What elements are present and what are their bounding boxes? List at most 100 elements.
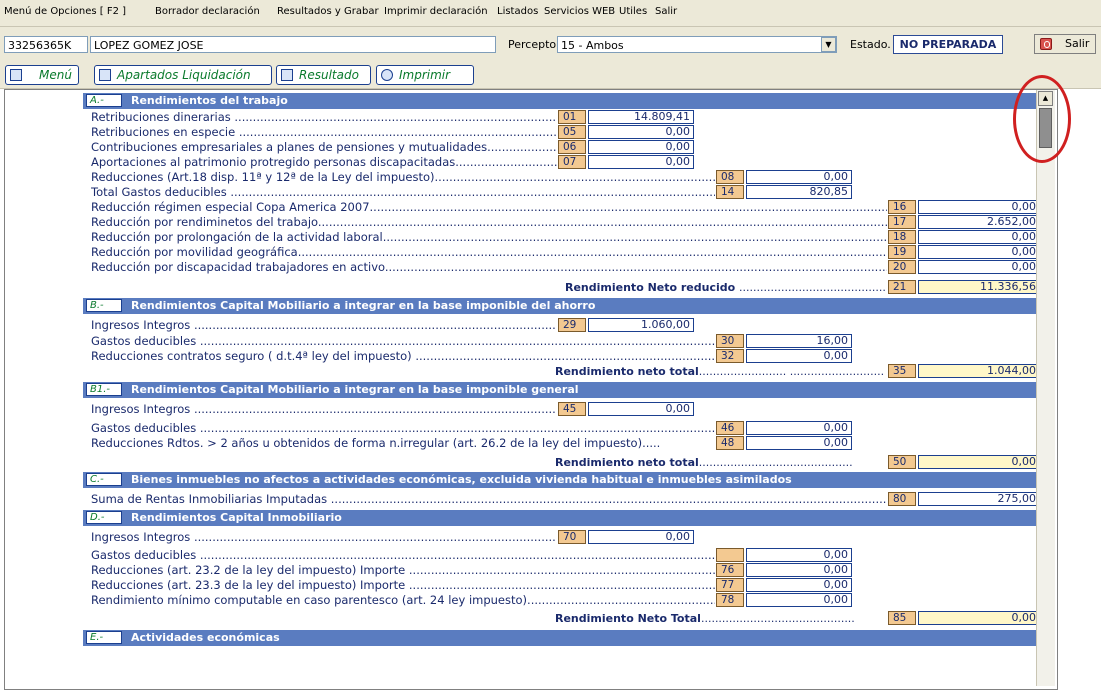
menu-utiles[interactable]: Utiles bbox=[619, 6, 647, 17]
section-b-tag[interactable]: B.- bbox=[86, 299, 122, 312]
code-box: 19 bbox=[888, 245, 916, 259]
menu-resultados[interactable]: Resultados y Grabar bbox=[277, 6, 379, 17]
code-box: 45 bbox=[558, 402, 586, 416]
toolbar: Menú Apartados Liquidación Resultado Imp… bbox=[0, 62, 1101, 89]
section-d-header: D.- Rendimientos Capital Inmobiliario bbox=[83, 510, 1045, 526]
code-box: 17 bbox=[888, 215, 916, 229]
section-b-title: Rendimientos Capital Mobiliario a integr… bbox=[131, 299, 596, 312]
row-label: Retribuciones en especie ...............… bbox=[91, 125, 557, 139]
value-field[interactable]: 820,85 bbox=[746, 185, 852, 199]
code-box: 32 bbox=[716, 349, 744, 363]
row-label: Retribuciones dinerarias ...............… bbox=[91, 110, 557, 124]
code-box: 30 bbox=[716, 334, 744, 348]
value-field[interactable]: 16,00 bbox=[746, 334, 852, 348]
code-box: 01 bbox=[558, 110, 586, 124]
section-d-tag[interactable]: D.- bbox=[86, 511, 122, 524]
code-box: 14 bbox=[716, 185, 744, 199]
apartados-button[interactable]: Apartados Liquidación bbox=[94, 65, 272, 85]
code-box: 06 bbox=[558, 140, 586, 154]
value-field[interactable]: 0,00 bbox=[918, 200, 1040, 214]
value-field[interactable]: 14.809,41 bbox=[588, 110, 694, 124]
code-box: 35 bbox=[888, 364, 916, 378]
value-field[interactable]: 0,00 bbox=[746, 349, 852, 363]
row-label: Ingresos Integros ......................… bbox=[91, 318, 557, 332]
chevron-down-icon[interactable]: ▼ bbox=[821, 37, 836, 52]
code-box: 80 bbox=[888, 492, 916, 506]
menu-bar: Menú de Opciones [ F2 ] Borrador declara… bbox=[0, 0, 1101, 27]
code-box: 21 bbox=[888, 280, 916, 294]
total-value: 0,00 bbox=[918, 455, 1040, 469]
code-box: 05 bbox=[558, 125, 586, 139]
section-e-tag[interactable]: E.- bbox=[86, 631, 122, 644]
power-icon bbox=[1040, 38, 1052, 50]
code-box: 18 bbox=[888, 230, 916, 244]
printer-icon bbox=[381, 69, 393, 81]
salir-button[interactable]: Salir bbox=[1034, 34, 1096, 54]
code-box: 29 bbox=[558, 318, 586, 332]
code-box: 77 bbox=[716, 578, 744, 592]
value-field[interactable]: 0,00 bbox=[746, 563, 852, 577]
total-value: 0,00 bbox=[918, 611, 1040, 625]
menu-button[interactable]: Menú bbox=[5, 65, 79, 85]
apartados-button-label: Apartados Liquidación bbox=[117, 68, 251, 82]
row-label: Gastos deducibles ......................… bbox=[91, 421, 715, 435]
resultado-button[interactable]: Resultado bbox=[276, 65, 371, 85]
section-a-header: A.- Rendimientos del trabajo bbox=[83, 93, 1045, 109]
value-field[interactable]: 0,00 bbox=[588, 402, 694, 416]
value-field[interactable]: 0,00 bbox=[588, 530, 694, 544]
value-field[interactable]: 0,00 bbox=[746, 548, 852, 562]
section-a-tag[interactable]: A.- bbox=[86, 94, 122, 107]
imprimir-button[interactable]: Imprimir bbox=[376, 65, 474, 85]
vertical-scrollbar[interactable]: ▲ bbox=[1036, 90, 1055, 686]
perceptor-select[interactable]: 15 - Ambos bbox=[557, 36, 837, 53]
menu-opciones[interactable]: Menú de Opciones [ F2 ] bbox=[4, 6, 126, 17]
value-field[interactable]: 1.060,00 bbox=[588, 318, 694, 332]
value-field[interactable]: 0,00 bbox=[588, 125, 694, 139]
value-field[interactable]: 0,00 bbox=[588, 155, 694, 169]
arrow-right-icon bbox=[10, 69, 22, 81]
value-field[interactable]: 0,00 bbox=[746, 436, 852, 450]
menu-salir[interactable]: Salir bbox=[655, 6, 677, 17]
section-e-title: Actividades económicas bbox=[131, 631, 280, 644]
row-label: Reducción por prolongación de la activid… bbox=[91, 230, 887, 244]
value-field[interactable]: 0,00 bbox=[746, 170, 852, 184]
code-box: 70 bbox=[558, 530, 586, 544]
value-field[interactable]: 0,00 bbox=[918, 245, 1040, 259]
name-field[interactable]: LOPEZ GOMEZ JOSE bbox=[90, 36, 496, 53]
row-label: Reducciones (art. 23.3 de la ley del imp… bbox=[91, 578, 715, 592]
row-label: Gastos deducibles ......................… bbox=[91, 334, 715, 348]
value-field[interactable]: 275,00 bbox=[918, 492, 1040, 506]
menu-servicios-web[interactable]: Servicios WEB bbox=[544, 6, 615, 17]
code-box: 50 bbox=[888, 455, 916, 469]
scrollbar-thumb[interactable] bbox=[1039, 108, 1052, 148]
perceptor-label: Perceptor bbox=[508, 38, 561, 51]
section-a-title: Rendimientos del trabajo bbox=[131, 94, 288, 107]
value-field[interactable]: 0,00 bbox=[746, 421, 852, 435]
list-icon bbox=[281, 69, 293, 81]
row-label: Suma de Rentas Inmobiliarias Imputadas .… bbox=[91, 492, 887, 506]
section-c-tag[interactable]: C.- bbox=[86, 473, 122, 486]
row-label: Reducción por discapacidad trabajadores … bbox=[91, 260, 887, 274]
menu-imprimir[interactable]: Imprimir declaración bbox=[384, 6, 488, 17]
value-field[interactable]: 0,00 bbox=[588, 140, 694, 154]
scroll-up-icon[interactable]: ▲ bbox=[1038, 91, 1053, 106]
row-label: Ingresos Integros ......................… bbox=[91, 530, 557, 544]
value-field[interactable]: 0,00 bbox=[918, 260, 1040, 274]
code-box: 78 bbox=[716, 593, 744, 607]
section-b1-tag[interactable]: B1.- bbox=[86, 383, 122, 396]
row-label: Rendimiento mínimo computable en caso pa… bbox=[91, 593, 715, 607]
value-field[interactable]: 0,00 bbox=[746, 593, 852, 607]
row-label: Gastos deducibles ......................… bbox=[91, 548, 715, 562]
code-box: 85 bbox=[888, 611, 916, 625]
value-field[interactable]: 0,00 bbox=[746, 578, 852, 592]
declarant-header: 33256365K LOPEZ GOMEZ JOSE Perceptor 15 … bbox=[0, 27, 1101, 62]
imprimir-button-label: Imprimir bbox=[399, 68, 451, 82]
nif-field[interactable]: 33256365K bbox=[4, 36, 88, 53]
grid-icon bbox=[99, 69, 111, 81]
menu-borrador[interactable]: Borrador declaración bbox=[155, 6, 260, 17]
value-field[interactable]: 2.652,00 bbox=[918, 215, 1040, 229]
code-box: 08 bbox=[716, 170, 744, 184]
section-b1-header: B1.- Rendimientos Capital Mobiliario a i… bbox=[83, 382, 1045, 398]
value-field[interactable]: 0,00 bbox=[918, 230, 1040, 244]
menu-listados[interactable]: Listados bbox=[497, 6, 538, 17]
